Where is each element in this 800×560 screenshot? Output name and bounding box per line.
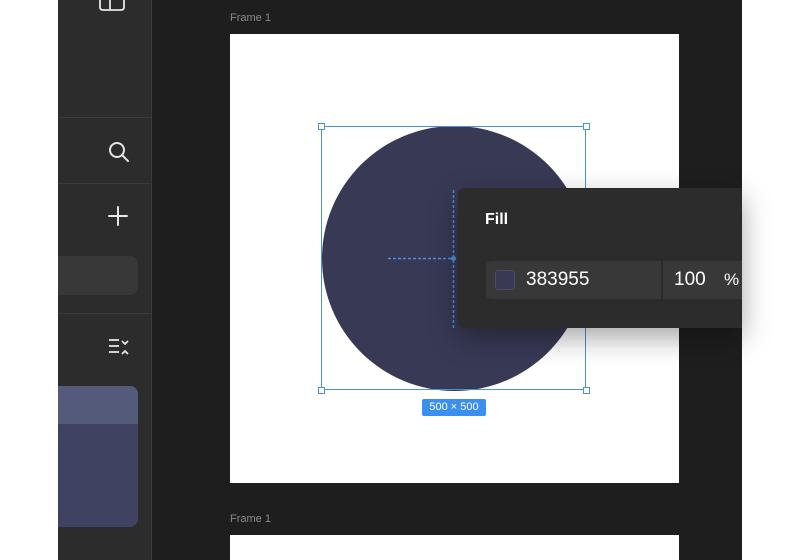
fill-panel	[458, 188, 742, 328]
selected-layer-card[interactable]	[58, 386, 138, 527]
panel-icon[interactable]	[97, 0, 127, 12]
dimension-badge: 500 × 500	[422, 399, 486, 416]
sidebar-divider	[58, 117, 151, 118]
search-icon[interactable]	[107, 140, 131, 164]
resize-handle-bottom-left[interactable]	[318, 387, 325, 394]
resize-handle-top-right[interactable]	[583, 123, 590, 130]
layer-search-field[interactable]	[58, 256, 138, 295]
resize-handle-bottom-right[interactable]	[583, 387, 590, 394]
sidebar-divider	[58, 313, 151, 314]
sidebar-divider	[58, 183, 151, 184]
layer-card-header	[58, 386, 138, 424]
frame-label[interactable]: Frame 1	[230, 12, 271, 24]
fill-hex-input[interactable]: 383955	[526, 269, 589, 291]
frame[interactable]	[230, 535, 679, 560]
plus-icon[interactable]	[107, 205, 129, 227]
fill-panel-title: Fill	[485, 211, 509, 228]
fill-opacity-input[interactable]: 100	[674, 269, 706, 291]
frame-label[interactable]: Frame 1	[230, 513, 271, 525]
fill-opacity-unit: %	[724, 270, 740, 289]
fill-color-swatch[interactable]	[495, 270, 515, 290]
list-collapse-icon[interactable]	[107, 336, 131, 358]
fill-row-divider	[661, 261, 663, 299]
center-guide	[388, 190, 456, 330]
resize-handle-top-left[interactable]	[318, 123, 325, 130]
